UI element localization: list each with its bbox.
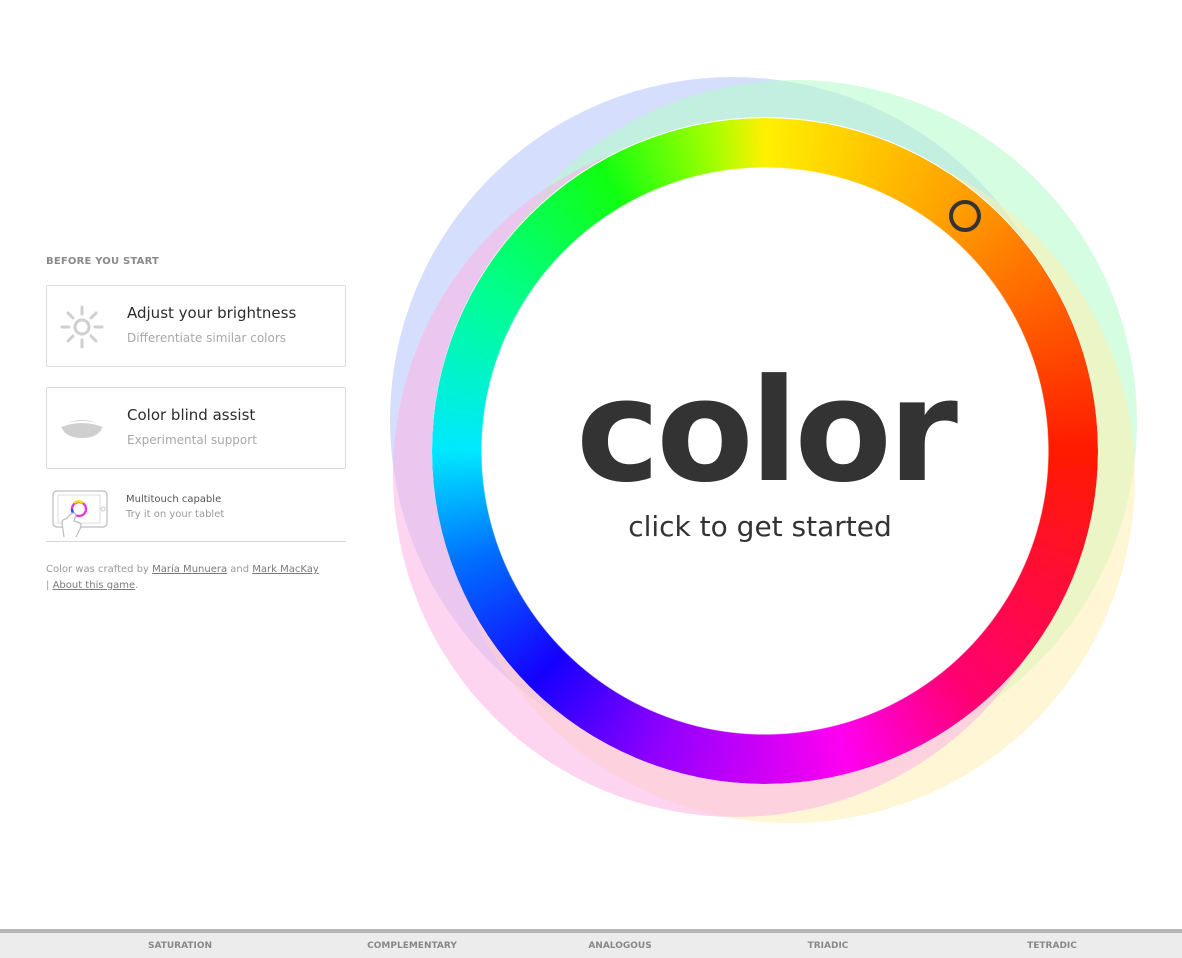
color-blind-title: Color blind assist [127,406,256,424]
brightness-card[interactable]: Adjust your brightness Differentiate sim… [46,285,346,367]
multitouch-title: Multitouch capable [126,494,222,505]
nav-complementary[interactable]: COMPLEMENTARY [367,941,457,951]
nav-triadic[interactable]: TRIADIC [808,941,849,951]
nav-analogous[interactable]: ANALOGOUS [588,941,651,951]
hue-knob[interactable] [949,200,981,232]
nav-tetradic[interactable]: TETRADIC [1027,941,1077,951]
credits-suffix: . [135,580,139,591]
color-blind-subtitle: Experimental support [127,433,257,447]
brightness-title: Adjust your brightness [127,304,297,322]
page: BEFORE YOU START Adjust your brightness … [0,0,1182,958]
color-blind-card[interactable]: Color blind assist Experimental support [46,387,346,469]
sidebar: BEFORE YOU START Adjust your brightness … [46,255,346,594]
tablet-touch-icon [52,490,108,538]
bottom-nav: SATURATION COMPLEMENTARY ANALOGOUS TRIAD… [0,929,1182,958]
credits-prefix: Color was crafted by [46,564,153,575]
brightness-subtitle: Differentiate similar colors [127,331,287,345]
about-link[interactable]: About this game [53,580,136,591]
multitouch-info: Multitouch capable Try it on your tablet [46,487,346,542]
start-prompt[interactable]: click to get started [600,510,920,543]
author-link-maria[interactable]: María Munuera [152,564,227,575]
author-link-mark[interactable]: Mark MacKay [252,564,319,575]
game-title[interactable]: color [560,352,970,512]
multitouch-subtitle: Try it on your tablet [126,509,225,520]
sun-icon [60,305,104,349]
eye-icon [60,420,104,438]
credits: Color was crafted by María Munuera and M… [46,562,346,594]
credits-and: and [227,564,253,575]
section-title: BEFORE YOU START [46,256,160,267]
nav-saturation[interactable]: SATURATION [148,941,212,951]
